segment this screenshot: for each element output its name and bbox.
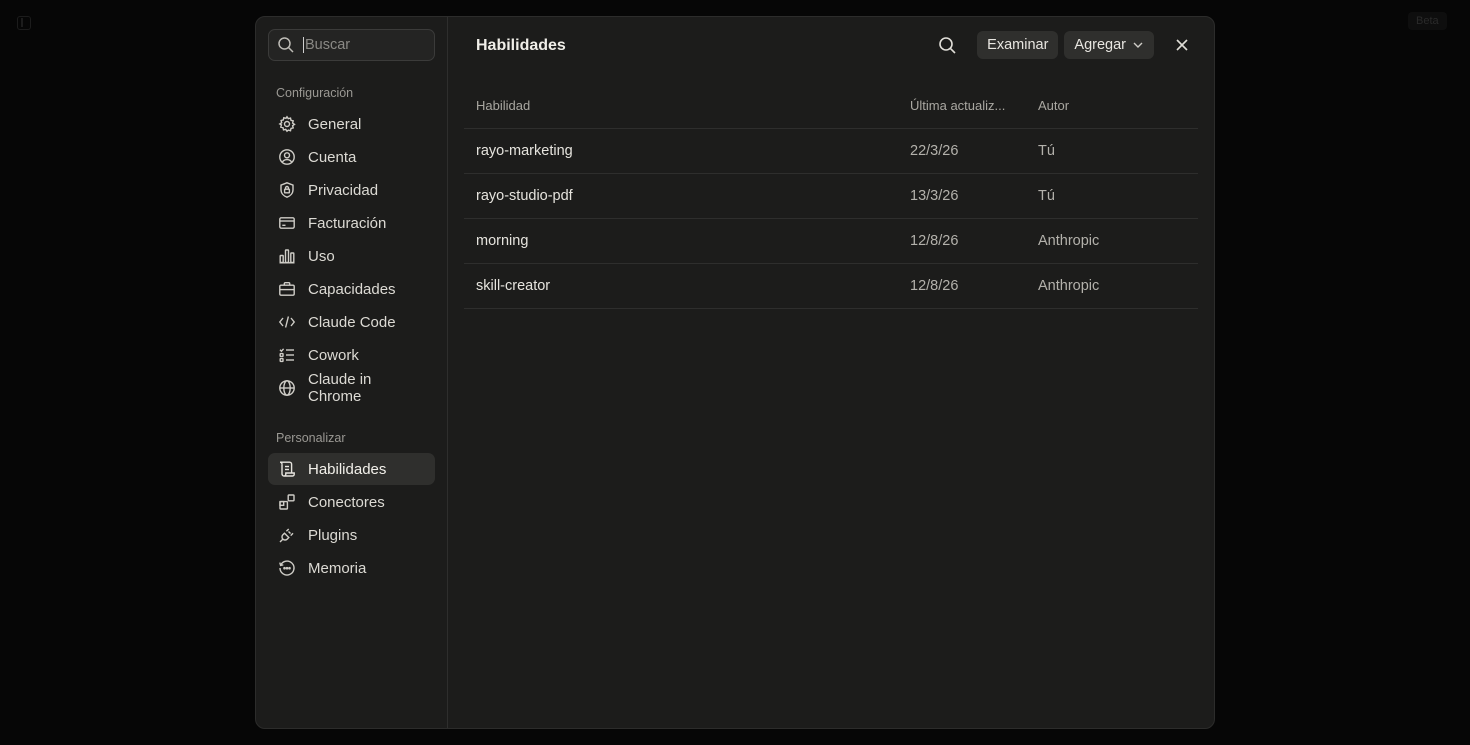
- skill-name: rayo-marketing: [464, 128, 910, 174]
- table-header-row: Habilidad Última actualiz... Autor: [464, 84, 1198, 129]
- settings-modal: Configuración General Cuenta Privacidad …: [255, 16, 1215, 729]
- header-actions: Examinar Agregar: [931, 31, 1198, 59]
- add-button-label: Agregar: [1074, 37, 1126, 53]
- sidebar-item-label: Claude Code: [308, 313, 396, 331]
- skill-name: rayo-studio-pdf: [464, 173, 910, 219]
- skills-panel: Habilidades Examinar Agregar Habilidad Ú…: [448, 17, 1214, 728]
- section-label-personalizar: Personalizar: [276, 431, 346, 445]
- sidebar-item-label: Plugins: [308, 526, 358, 544]
- close-icon: [1176, 39, 1188, 51]
- section-label-configuracion: Configuración: [276, 86, 354, 100]
- search-icon: [278, 37, 294, 53]
- sidebar-item-facturacion[interactable]: Facturación: [268, 207, 435, 239]
- sidebar-item-label: Facturación: [308, 214, 387, 232]
- sidebar-item-label: Claude in Chrome: [308, 371, 372, 405]
- sidebar-item-label: Uso: [308, 247, 335, 265]
- sidebar-item-cowork[interactable]: Cowork: [268, 339, 435, 371]
- sidebar-toggle-icon: [17, 16, 31, 30]
- sidebar-item-uso[interactable]: Uso: [268, 240, 435, 272]
- table-row[interactable]: morning 12/8/26 Anthropic: [464, 218, 1198, 264]
- sidebar-item-label: Privacidad: [308, 181, 379, 199]
- table-row[interactable]: rayo-marketing 22/3/26 Tú: [464, 128, 1198, 174]
- search-icon: [938, 36, 956, 54]
- skill-author: Anthropic: [1038, 218, 1198, 264]
- skill-updated: 12/8/26: [910, 218, 1038, 264]
- bar-chart-icon: [278, 247, 296, 265]
- checklist-icon: [278, 346, 296, 364]
- sidebar-item-cuenta[interactable]: Cuenta: [268, 141, 435, 173]
- skill-author: Tú: [1038, 128, 1198, 174]
- sidebar-item-claude-in-chrome[interactable]: Claude in Chrome: [268, 371, 435, 405]
- skill-author: Anthropic: [1038, 263, 1198, 309]
- skill-updated: 12/8/26: [910, 263, 1038, 309]
- table-row[interactable]: rayo-studio-pdf 13/3/26 Tú: [464, 173, 1198, 219]
- sidebar-item-label: Capacidades: [308, 280, 396, 298]
- blocks-icon: [278, 493, 296, 511]
- search-input[interactable]: [303, 37, 426, 53]
- gear-icon: [278, 115, 296, 133]
- shield-lock-icon: [278, 181, 296, 199]
- skill-author: Tú: [1038, 173, 1198, 219]
- panel-header: Habilidades Examinar Agregar: [464, 17, 1198, 74]
- settings-sidebar: Configuración General Cuenta Privacidad …: [256, 17, 448, 728]
- sidebar-item-claude-code[interactable]: Claude Code: [268, 306, 435, 338]
- plug-icon: [278, 526, 296, 544]
- credit-card-icon: [278, 214, 296, 232]
- browse-button-label: Examinar: [987, 37, 1049, 53]
- skill-updated: 22/3/26: [910, 128, 1038, 174]
- column-header-skill[interactable]: Habilidad: [464, 84, 910, 129]
- sidebar-item-habilidades[interactable]: Habilidades: [268, 453, 435, 485]
- table-row[interactable]: skill-creator 12/8/26 Anthropic: [464, 263, 1198, 309]
- user-circle-icon: [278, 148, 296, 166]
- page-title: Habilidades: [476, 36, 566, 54]
- beta-badge: Beta: [1408, 12, 1447, 30]
- sidebar-item-label: Cowork: [308, 346, 359, 364]
- add-dropdown-button[interactable]: Agregar: [1064, 31, 1154, 59]
- browse-button[interactable]: Examinar: [977, 31, 1059, 59]
- search-skills-button[interactable]: [931, 31, 963, 59]
- globe-icon: [278, 379, 296, 397]
- close-button[interactable]: [1166, 31, 1198, 59]
- toolbox-icon: [278, 280, 296, 298]
- sidebar-item-plugins[interactable]: Plugins: [268, 519, 435, 551]
- code-icon: [278, 313, 296, 331]
- sidebar-item-general[interactable]: General: [268, 108, 435, 140]
- skills-table: Habilidad Última actualiz... Autor rayo-…: [464, 84, 1198, 309]
- chevron-down-icon: [1133, 42, 1143, 48]
- sidebar-item-privacidad[interactable]: Privacidad: [268, 174, 435, 206]
- column-header-updated[interactable]: Última actualiz...: [910, 84, 1038, 129]
- scroll-icon: [278, 460, 296, 478]
- sidebar-item-label: Memoria: [308, 559, 367, 577]
- sidebar-item-memoria[interactable]: Memoria: [268, 552, 435, 584]
- memory-icon: [278, 559, 296, 577]
- skill-name: skill-creator: [464, 263, 910, 309]
- sidebar-item-label: Habilidades: [308, 460, 387, 478]
- sidebar-item-label: General: [308, 115, 362, 133]
- sidebar-item-capacidades[interactable]: Capacidades: [268, 273, 435, 305]
- sidebar-item-label: Conectores: [308, 493, 385, 511]
- skill-updated: 13/3/26: [910, 173, 1038, 219]
- sidebar-item-label: Cuenta: [308, 148, 357, 166]
- sidebar-item-conectores[interactable]: Conectores: [268, 486, 435, 518]
- column-header-author[interactable]: Autor: [1038, 84, 1198, 129]
- search-box[interactable]: [268, 29, 435, 61]
- skill-name: morning: [464, 218, 910, 264]
